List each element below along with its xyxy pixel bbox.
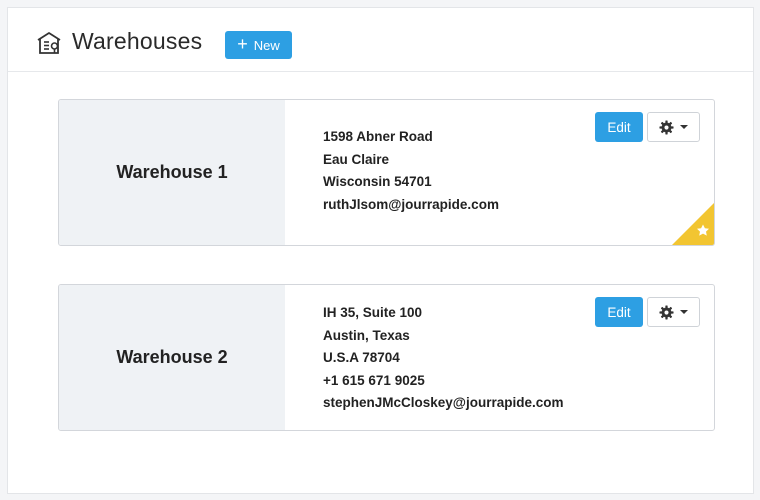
new-button-label: New — [253, 37, 280, 53]
settings-dropdown-button[interactable] — [647, 297, 700, 327]
warehouse-icon — [37, 32, 61, 54]
edit-button[interactable]: Edit — [595, 112, 643, 142]
warehouse-name: Warehouse 2 — [116, 347, 228, 367]
warehouse-name: Warehouse 1 — [116, 162, 228, 182]
gear-icon — [659, 304, 674, 320]
warehouse-address: IH 35, Suite 100 Austin, Texas U.S.A 787… — [323, 302, 563, 415]
warehouse-card: Warehouse 2 IH 35, Suite 100 Austin, Tex… — [58, 284, 715, 431]
email-line: ruthJlsom@jourrapide.com — [323, 196, 499, 212]
default-star-badge — [672, 203, 714, 245]
chevron-down-icon — [680, 310, 688, 314]
edit-button[interactable]: Edit — [595, 297, 643, 327]
warehouse-name-panel: Warehouse 2 — [59, 285, 285, 430]
warehouse-address: 1598 Abner Road Eau Claire Wisconsin 547… — [323, 126, 499, 216]
address-line: U.S.A 78704 — [323, 350, 400, 365]
address-line: 1598 Abner Road — [323, 129, 433, 144]
warehouse-card: Warehouse 1 1598 Abner Road Eau Claire W… — [58, 99, 715, 246]
warehouse-name-panel: Warehouse 1 — [59, 100, 285, 245]
gear-icon — [659, 119, 674, 135]
address-line: Austin, Texas — [323, 327, 410, 343]
email-line: stephenJMcCloskey@jourrapide.com — [323, 395, 564, 410]
page-header: Warehouses + New — [8, 8, 753, 72]
chevron-down-icon — [680, 125, 688, 129]
page-title: Warehouses — [72, 28, 203, 54]
phone-line: +1 615 671 9025 — [323, 372, 425, 388]
settings-dropdown-button[interactable] — [647, 112, 700, 142]
address-line: Eau Claire — [323, 151, 390, 167]
address-line: Wisconsin 54701 — [323, 174, 432, 189]
warehouses-panel: Warehouses + New Warehouse 1 1598 Abner … — [7, 7, 754, 494]
plus-icon: + — [237, 34, 248, 54]
address-line: IH 35, Suite 100 — [323, 305, 423, 320]
new-warehouse-button[interactable]: + New — [225, 31, 292, 59]
